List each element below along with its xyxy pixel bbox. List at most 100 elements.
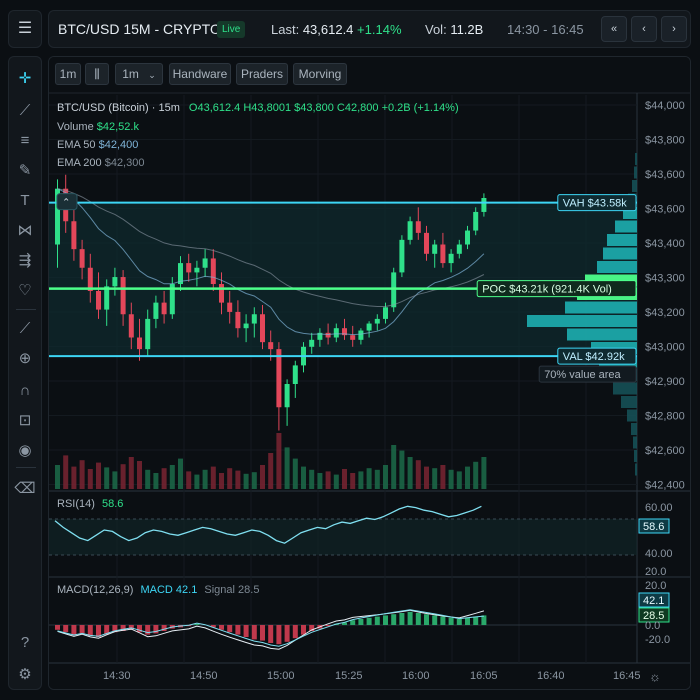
- candle-body: [481, 198, 487, 212]
- val-label: VAL $42.92k: [563, 351, 625, 363]
- candle-body: [71, 221, 77, 250]
- candle-body: [325, 332, 331, 338]
- volume-bar: [309, 469, 315, 489]
- price-axis-label: $43,800: [645, 135, 685, 147]
- candle-body: [456, 244, 462, 254]
- volume-bar: [358, 471, 364, 489]
- heart-icon[interactable]: ♡: [13, 279, 37, 303]
- volume-bar: [440, 465, 446, 489]
- measure-icon[interactable]: ⇶: [13, 249, 37, 273]
- volume-bar: [227, 468, 233, 489]
- volume-bar: [456, 471, 462, 489]
- volume-bar: [202, 469, 208, 489]
- macd-histogram-bar: [243, 625, 249, 637]
- candle-body: [235, 311, 241, 329]
- volume-bar: [415, 460, 421, 489]
- trash-icon[interactable]: ⌫: [13, 477, 37, 501]
- candles-icon: ⫼: [94, 67, 100, 81]
- legend-symbol: BTC/USD (Bitcoin) · 15m O43,612.4 H43,80…: [57, 102, 459, 114]
- macd-histogram-bar: [456, 619, 462, 625]
- zoom-icon[interactable]: ⊕: [13, 347, 37, 371]
- volume-bar: [317, 473, 323, 489]
- interval-select[interactable]: 1m ⌄: [115, 63, 163, 85]
- next-page-button[interactable]: ›: [661, 16, 687, 42]
- fib-icon[interactable]: ≡: [13, 129, 37, 153]
- volume-bar: [55, 465, 60, 489]
- ruler-icon[interactable]: ⟋: [13, 317, 37, 341]
- volume-bar: [424, 466, 429, 489]
- volume-bar: [268, 453, 274, 489]
- candle-body: [79, 249, 85, 268]
- candle-body: [333, 328, 339, 338]
- interval-button[interactable]: 1m: [55, 63, 81, 85]
- legend-ema200: EMA 200 $42,300: [57, 157, 144, 169]
- price-axis-label: $42,800: [645, 411, 685, 423]
- volume-bar: [448, 469, 454, 489]
- candle-body: [153, 302, 159, 319]
- macd-histogram-bar: [235, 625, 241, 635]
- volume-bar: [292, 458, 298, 489]
- vah-label: VAH $43.58k: [563, 198, 628, 210]
- candle-body: [374, 318, 380, 324]
- legend-ohlc: O43,612.4 H43,8001 $43,800 C42,800 +0.2B…: [188, 102, 459, 114]
- menu-button[interactable]: ☰: [8, 10, 42, 48]
- crosshair-icon[interactable]: ✛: [13, 67, 37, 91]
- poc-label: POC $43.21k (921.4K Vol): [482, 284, 612, 296]
- legend-volume: Volume $42,52.k: [57, 121, 139, 133]
- volume-bar: [284, 447, 290, 489]
- text-icon[interactable]: T: [13, 189, 37, 213]
- volume-bar: [186, 471, 192, 489]
- last-label: Last:: [271, 22, 300, 37]
- candle-type-button[interactable]: ⫼: [85, 63, 109, 85]
- volume-profile-bar: [635, 463, 637, 476]
- volume-bar: [301, 466, 306, 489]
- hamburger-icon: ☰: [17, 20, 33, 37]
- macd-histogram-bar: [87, 625, 93, 636]
- price-axis-label: $43,600: [645, 169, 685, 181]
- magnet-icon[interactable]: ∩: [13, 379, 37, 403]
- volume-bar: [219, 473, 224, 489]
- macd-histogram-bar: [227, 625, 233, 633]
- candle-body: [358, 330, 364, 340]
- lock-icon[interactable]: ⊡: [13, 409, 37, 433]
- candle-body: [407, 221, 413, 240]
- eye-icon[interactable]: ◉: [13, 439, 37, 463]
- volume-bar: [391, 445, 397, 489]
- price-axis-label: $42,600: [645, 445, 685, 457]
- trendline-icon[interactable]: ⟋: [13, 99, 37, 123]
- last-value: 43,612.4: [302, 22, 354, 37]
- prev-page-button[interactable]: ‹: [631, 16, 657, 42]
- volume-profile-bar: [567, 328, 637, 341]
- macd-histogram-bar: [399, 613, 405, 625]
- macd-histogram-bar: [473, 616, 479, 625]
- candle-body: [202, 258, 208, 268]
- macd-histogram-bar: [448, 617, 454, 625]
- volume-bar: [137, 461, 142, 489]
- candle-body: [415, 221, 421, 233]
- time-axis-label: 14:30: [103, 670, 131, 682]
- help-icon[interactable]: ?: [13, 631, 37, 655]
- candle-body: [112, 277, 118, 287]
- settings-icon[interactable]: ⚙: [13, 663, 37, 687]
- vol-label: Vol:: [425, 22, 447, 37]
- candle-body: [448, 253, 454, 264]
- macd-histogram-bar: [276, 625, 282, 645]
- tab-handware[interactable]: Handware: [169, 63, 231, 85]
- header-bar: BTC/USD 15M - CRYPTO Live Last: 43,612.4…: [48, 10, 691, 48]
- macd-histogram-bar: [440, 616, 446, 625]
- price-axis-label: $43,300: [645, 273, 685, 285]
- price-axis-label: $43,600: [645, 204, 685, 216]
- brush-icon[interactable]: ✎: [13, 159, 37, 183]
- pattern-icon[interactable]: ⋈: [13, 219, 37, 243]
- first-page-button[interactable]: «: [601, 16, 627, 42]
- macd-title: MACD(12,26,9): [57, 584, 134, 596]
- time-axis-label: 15:00: [267, 670, 295, 682]
- candle-body: [350, 335, 356, 340]
- tab-morving[interactable]: Morving: [293, 63, 347, 85]
- volume-bar: [432, 468, 438, 489]
- macd-legend: MACD(12,26,9) MACD 42.1 Signal 28.5: [57, 584, 259, 596]
- macd-histogram-bar: [465, 617, 470, 625]
- macd-value-tag: 42.1: [643, 595, 664, 607]
- tab-praders[interactable]: Praders: [236, 63, 288, 85]
- legend-volume-value: $42,52.k: [96, 121, 139, 133]
